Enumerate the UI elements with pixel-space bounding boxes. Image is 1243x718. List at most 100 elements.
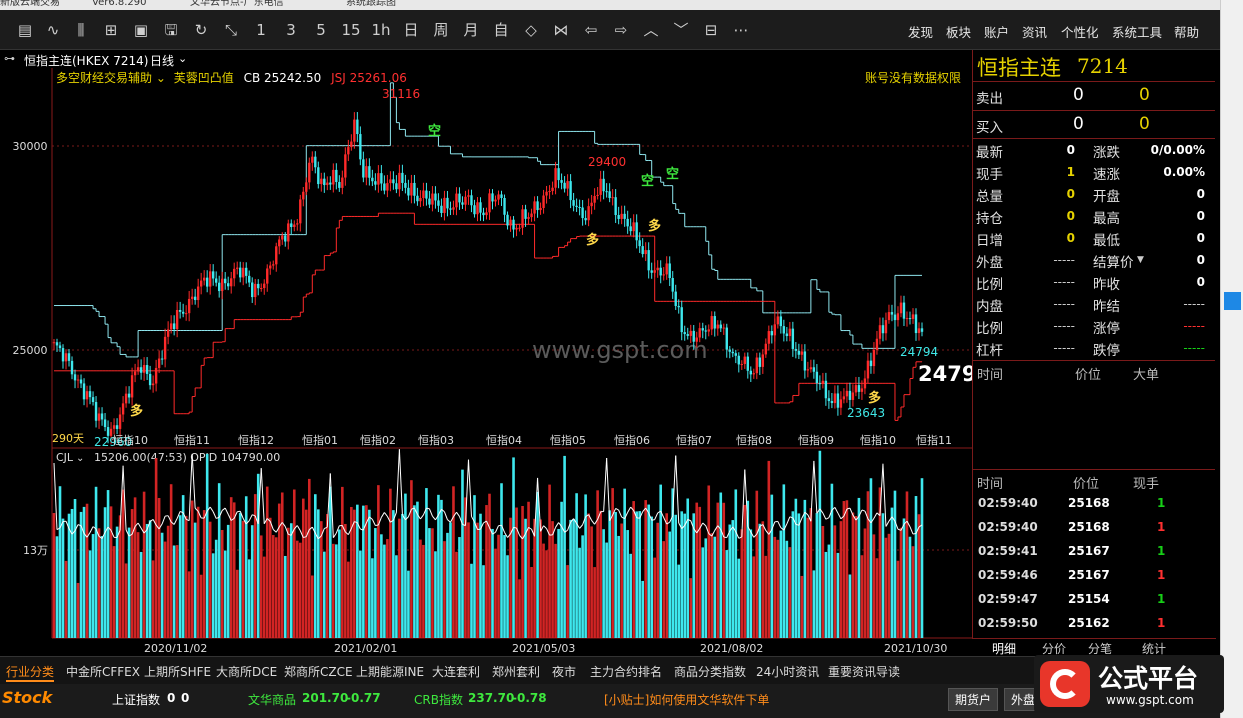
left-arrow-icon[interactable]: ⇦ xyxy=(578,18,604,42)
period-custom[interactable]: 自 xyxy=(488,18,514,42)
futures-account-button[interactable]: 期货户 xyxy=(948,688,999,711)
period-1h[interactable]: 1h xyxy=(368,18,394,42)
category-tab[interactable]: 主力合约排名 xyxy=(590,663,662,680)
volume-bar xyxy=(779,530,783,638)
tick-time-header: 时间 xyxy=(977,477,1004,492)
menu-discover[interactable]: 发现 xyxy=(908,22,933,41)
volume-bar xyxy=(473,495,476,638)
category-tab[interactable]: 重要资讯导读 xyxy=(828,663,900,680)
candle-body xyxy=(278,239,281,247)
period-label[interactable]: 日线 xyxy=(150,52,174,69)
menu-news[interactable]: 资讯 xyxy=(1022,22,1047,41)
days-label: 290天 xyxy=(52,432,84,445)
category-tab[interactable]: 行业分类 xyxy=(6,663,55,682)
volume-bar xyxy=(632,501,635,638)
volume-bar xyxy=(371,558,374,638)
volume-bar xyxy=(178,515,182,638)
volume-bar xyxy=(785,540,789,638)
grid-icon[interactable]: ▣ xyxy=(128,18,154,42)
signal-long-3: 多 xyxy=(648,218,661,234)
period-1min[interactable]: 1 xyxy=(248,18,274,42)
volume-bar xyxy=(644,500,647,638)
zoom-icon[interactable]: ⤡ xyxy=(218,18,244,42)
volume-bar xyxy=(196,506,200,638)
candle-body xyxy=(731,351,734,354)
menu-system-tools[interactable]: 系统工具 xyxy=(1112,22,1162,41)
period-3min[interactable]: 3 xyxy=(278,18,304,42)
volume-bar xyxy=(247,559,251,638)
candle-body xyxy=(584,218,587,221)
oi-segment xyxy=(395,449,400,513)
bowtie-icon[interactable]: ⋈ xyxy=(548,18,574,42)
period-week[interactable]: 周 xyxy=(428,18,454,42)
window-title: 新版云端交易 xyxy=(0,0,60,8)
chevron-down-icon[interactable]: ⌄ xyxy=(178,52,187,65)
category-tab[interactable]: 大连套利 xyxy=(432,663,480,680)
volume-bar xyxy=(175,545,179,638)
right-arrow-icon[interactable]: ⇨ xyxy=(608,18,634,42)
category-tab[interactable]: 郑商所CZCE xyxy=(284,663,353,680)
tick-volume: 1 xyxy=(1157,496,1166,510)
candle-icon[interactable]: ⫼ xyxy=(68,18,94,42)
volume-bar xyxy=(608,510,611,638)
category-tab[interactable]: 上期能源INE xyxy=(356,663,424,680)
index3-name[interactable]: CRB指数 xyxy=(414,691,463,708)
tab-detail[interactable]: 明细 xyxy=(986,640,1022,657)
price-chart[interactable]: 30000 25000 www.gspt.com 31116 29400 229… xyxy=(0,68,972,656)
link-icon[interactable]: ⊶ xyxy=(4,52,15,65)
menu-personalize[interactable]: 个性化 xyxy=(1061,22,1099,41)
candle-body xyxy=(223,278,227,284)
volume-bar xyxy=(94,486,98,638)
category-tab[interactable]: 上期所SHFE xyxy=(144,663,211,680)
no-permission-notice: 账号没有数据权限 xyxy=(865,71,962,85)
candle-body xyxy=(827,398,831,402)
volume-bar xyxy=(172,545,176,638)
menu-sectors[interactable]: 板块 xyxy=(946,22,971,41)
save-icon[interactable]: 🖫 xyxy=(158,18,184,42)
oi-segment xyxy=(555,522,560,528)
candle-body xyxy=(449,208,452,210)
period-month[interactable]: 月 xyxy=(458,18,484,42)
volume-bar xyxy=(710,533,714,638)
quote-row-value: ----- xyxy=(1053,319,1075,333)
chevron-down-icon[interactable]: ⌄ xyxy=(156,71,166,85)
tile-icon[interactable]: ⊞ xyxy=(98,18,124,42)
index2-name[interactable]: 文华商品 xyxy=(248,691,296,708)
candle-body xyxy=(178,309,182,312)
period-15min[interactable]: 15 xyxy=(338,18,364,42)
volume-bar xyxy=(389,488,392,638)
period-day[interactable]: 日 xyxy=(398,18,424,42)
up-chevron-icon[interactable]: ︿ xyxy=(638,18,664,42)
outer-scrollbar[interactable] xyxy=(1220,0,1243,718)
refresh-icon[interactable]: ↻ xyxy=(188,18,214,42)
diamond-icon[interactable]: ◇ xyxy=(518,18,544,42)
menu-help[interactable]: 帮助 xyxy=(1174,22,1199,41)
category-tab[interactable]: 商品分类指数 xyxy=(674,663,746,680)
category-tab[interactable]: 郑州套利 xyxy=(492,663,540,680)
toolbar: ▤ ∿ ⫼ ⊞ ▣ 🖫 ↻ ⤡ 1 3 5 15 1h 日 周 月 自 ◇ ⋈ … xyxy=(0,10,1220,50)
candle-body xyxy=(392,179,395,184)
volume-indicator-name[interactable]: CJL xyxy=(56,451,74,464)
category-tab[interactable]: 夜市 xyxy=(552,663,576,680)
volume-bar xyxy=(142,491,146,638)
volume-bar xyxy=(629,553,632,638)
category-tab[interactable]: 中金所CFFEX xyxy=(66,663,140,680)
trend-line-icon[interactable]: ∿ xyxy=(40,18,66,42)
candle-body xyxy=(914,314,918,334)
volume-bar xyxy=(761,521,765,638)
layout-icon[interactable]: ⊟ xyxy=(698,18,724,42)
candle-body xyxy=(719,324,722,329)
tip-link[interactable]: [小贴士]如何使用文华软件下单 xyxy=(604,691,769,708)
category-tab[interactable]: 24小时资讯 xyxy=(756,663,819,680)
chevron-down-icon[interactable]: ⌄ xyxy=(76,453,84,464)
more-icon[interactable]: ⋯ xyxy=(728,18,754,42)
down-chevron-icon[interactable]: ﹀ xyxy=(668,18,694,42)
candle-body xyxy=(830,401,834,404)
period-5min[interactable]: 5 xyxy=(308,18,334,42)
category-tab[interactable]: 大商所DCE xyxy=(216,663,277,680)
index1-name[interactable]: 上证指数 xyxy=(112,691,160,708)
indicator-name[interactable]: 多空财经交易辅助 xyxy=(56,71,152,85)
back-icon[interactable]: ▤ xyxy=(12,18,38,42)
symbol-label[interactable]: 恒指主连(HKEX 7214) xyxy=(24,52,148,69)
menu-account[interactable]: 账户 xyxy=(984,22,1009,41)
